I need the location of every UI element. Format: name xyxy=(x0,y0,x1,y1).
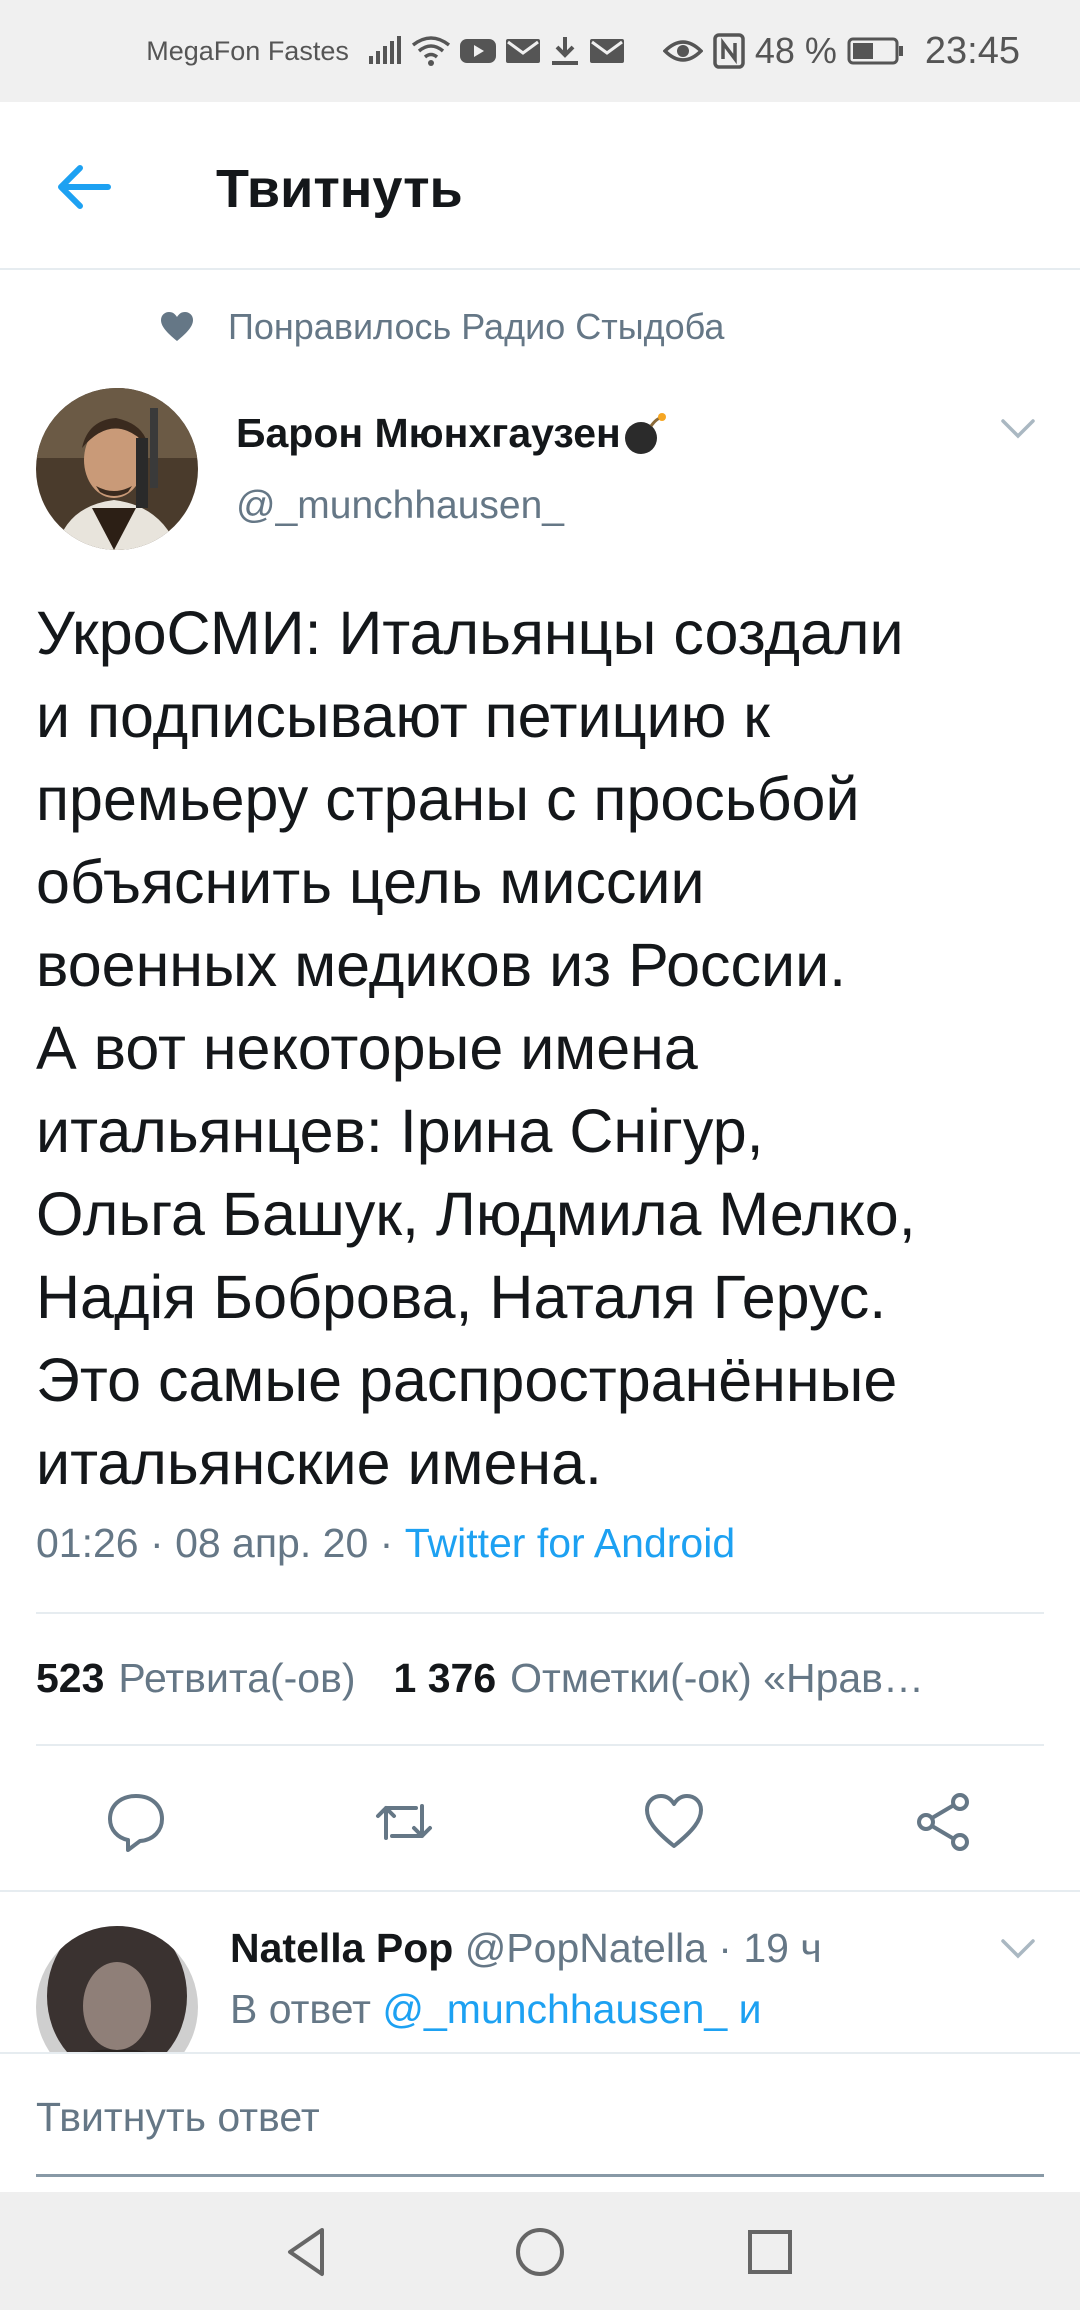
reply-button[interactable] xyxy=(104,1790,168,1854)
retweets-label: Ретвита(-ов) xyxy=(118,1655,356,1701)
heart-outline-icon xyxy=(645,1794,703,1848)
download-icon xyxy=(551,37,578,65)
system-nav-bar xyxy=(0,2192,1080,2310)
tweet-menu-button[interactable] xyxy=(1000,418,1036,445)
divider xyxy=(36,1612,1044,1614)
status-icons xyxy=(367,35,625,67)
share-button[interactable] xyxy=(912,1790,976,1854)
top-app-bar: Твитнуть xyxy=(0,102,1080,270)
social-context: Понравилось Радио Стыдоба xyxy=(160,306,724,348)
reply-context: В ответ @_munchhausen_ и xyxy=(230,1986,761,2033)
tweet-meta: 01:26 · 08 апр. 20 · Twitter for Android xyxy=(36,1520,735,1567)
input-underline xyxy=(36,2174,1044,2177)
mail-icon xyxy=(505,39,540,63)
author-name-text: Барон Мюнхгаузен xyxy=(236,410,621,456)
meta-separator: · xyxy=(379,1520,405,1566)
reply-menu-button[interactable] xyxy=(1000,1938,1036,1965)
carrier-name: MegaFon Fastes xyxy=(146,35,349,66)
page-title: Твитнуть xyxy=(216,159,463,219)
wifi-icon xyxy=(411,36,450,66)
nav-home-button[interactable] xyxy=(510,2222,570,2282)
tweet-time: 01:26 xyxy=(36,1520,139,1566)
reply-author-name: Natella Pop xyxy=(230,1925,454,1971)
compose-reply-input[interactable]: Твитнуть ответ xyxy=(36,2094,320,2141)
retweets-count: 523 xyxy=(36,1655,105,1701)
social-context-text[interactable]: Понравилось Радио Стыдоба xyxy=(228,306,724,348)
nav-recents-button[interactable] xyxy=(740,2222,800,2282)
retweets-stat[interactable]: 523 Ретвита(-ов) xyxy=(36,1655,356,1702)
chevron-down-icon xyxy=(1001,1939,1035,1959)
like-button[interactable] xyxy=(642,1790,706,1854)
share-icon xyxy=(917,1793,969,1851)
back-button[interactable] xyxy=(56,162,112,212)
tweet-date: 08 апр. 20 xyxy=(175,1520,369,1566)
chevron-down-icon xyxy=(1001,419,1035,439)
likes-stat[interactable]: 1 376 Отметки(-ок) «Нрав… xyxy=(394,1655,924,1702)
retweet-icon xyxy=(376,1804,432,1840)
author-name[interactable]: Барон Мюнхгаузен xyxy=(236,410,667,457)
triangle-back-icon xyxy=(288,2228,324,2276)
square-recents-icon xyxy=(748,2230,792,2274)
reply-mentions-link[interactable]: @_munchhausen_ и xyxy=(382,1986,761,2032)
bomb-icon xyxy=(624,412,666,454)
nav-back-button[interactable] xyxy=(278,2222,338,2282)
clock: 23:45 xyxy=(924,29,1020,72)
divider xyxy=(36,1744,1044,1746)
author-avatar[interactable] xyxy=(36,388,198,550)
mail-icon xyxy=(589,39,624,63)
reply-author-handle: @PopNatella xyxy=(464,1925,707,1971)
tweet-stats: 523 Ретвита(-ов) 1 376 Отметки(-ок) «Нрав… xyxy=(36,1655,924,1702)
eye-icon xyxy=(662,40,703,62)
nfc-icon xyxy=(713,33,745,69)
reply-header[interactable]: Natella Pop @PopNatella · 19 ч xyxy=(230,1925,822,1972)
section-divider xyxy=(0,1890,1080,1892)
youtube-icon xyxy=(459,39,496,63)
comment-icon xyxy=(108,1794,164,1852)
likes-count: 1 376 xyxy=(393,1655,497,1701)
compose-reply-bar: Твитнуть ответ xyxy=(0,2052,1080,2192)
retweet-button[interactable] xyxy=(372,1790,436,1854)
circle-home-icon xyxy=(516,2228,564,2276)
signal-icon xyxy=(368,36,401,64)
meta-separator: · xyxy=(150,1520,176,1566)
battery-percent: 48 % xyxy=(754,30,837,71)
status-bar: MegaFon Fastes 48 % 23:45 xyxy=(0,0,1080,102)
author-handle[interactable]: @_munchhausen_ xyxy=(236,484,564,528)
battery-icon xyxy=(847,37,903,65)
likes-label: Отметки(-ок) «Нрав… xyxy=(510,1655,924,1701)
reply-age: · 19 ч xyxy=(718,1925,822,1971)
tweet-source-link[interactable]: Twitter for Android xyxy=(405,1520,735,1566)
status-right: 48 % 23:45 xyxy=(662,29,1020,73)
reply-prefix: В ответ xyxy=(230,1986,371,2032)
tweet-text: УкроСМИ: Итальянцы создали и подписывают… xyxy=(36,599,916,1497)
heart-icon xyxy=(161,312,193,341)
arrow-left-icon xyxy=(58,165,111,209)
